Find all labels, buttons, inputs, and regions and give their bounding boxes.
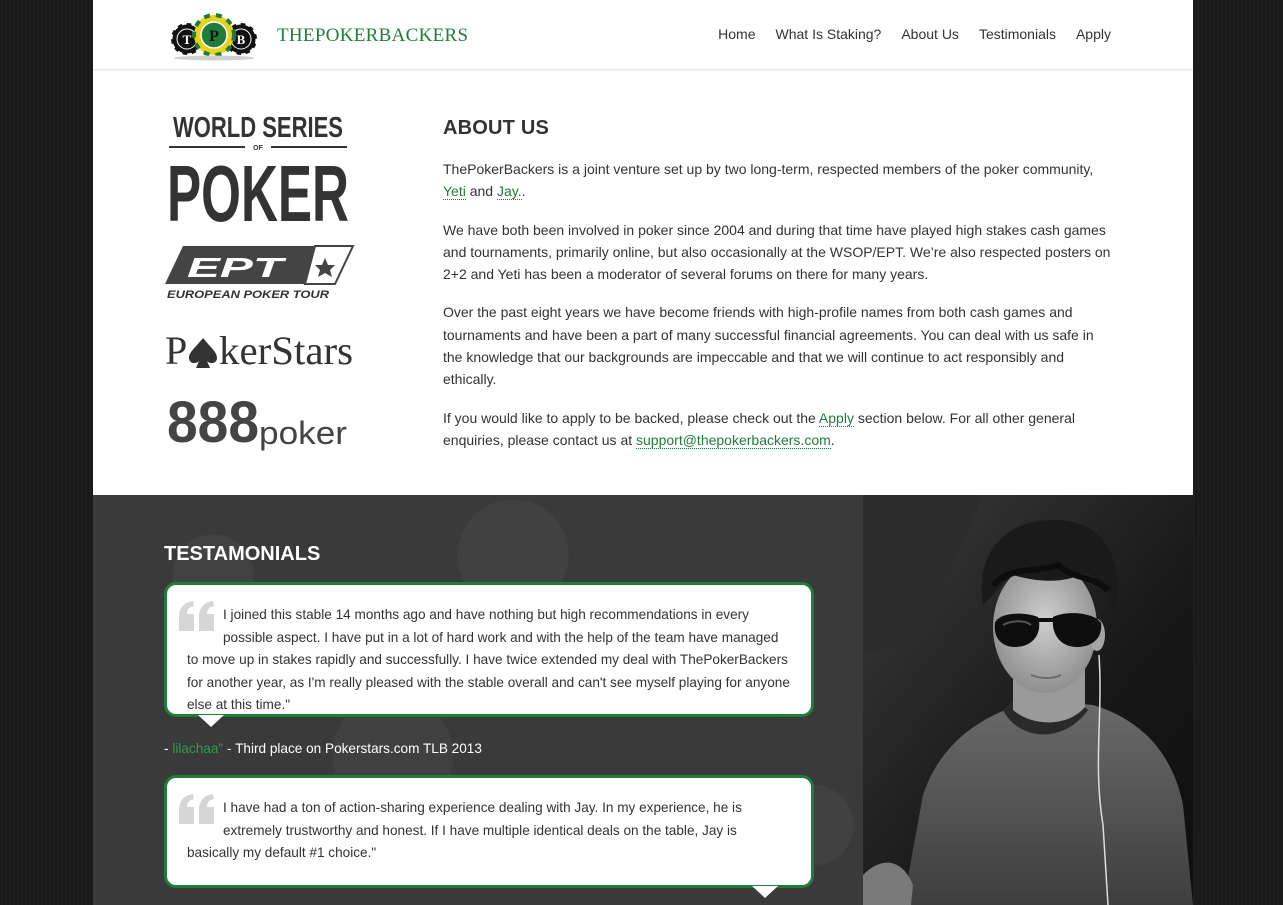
brand-name-part1: THEPOKER [277, 25, 379, 46]
site-header: T B P THEPOKERBACKERS Home What Is Staki… [93, 0, 1193, 70]
testimonial-text-1: I joined this stable 14 months ago and h… [187, 607, 790, 713]
testimonial-quote-1: I joined this stable 14 months ago and h… [164, 582, 814, 717]
nav-apply[interactable]: Apply [1076, 26, 1111, 42]
poker-chips-logo-icon: T B P [169, 13, 259, 61]
player-portrait-image [863, 495, 1193, 905]
quote-tail-2 [752, 886, 778, 898]
author-description: - Third place on Pokerstars.com TLB 2013 [223, 741, 482, 756]
brand-name-part2: BACKERS [378, 25, 469, 46]
about-p1-text: ThePokerBackers is a joint venture set u… [443, 161, 1094, 177]
about-title: ABOUT US [443, 117, 550, 139]
testimonial-author-1: - lilachaa" - Third place on Pokerstars.… [164, 741, 482, 756]
888poker-logo: 888 poker [167, 392, 347, 452]
wsop-logo: WORLD SERIES OF POKER [167, 112, 349, 226]
spade-icon [189, 338, 217, 368]
yeti-link[interactable]: Yeti [443, 183, 466, 201]
testimonial-quote-2: I have had a ton of action-sharing exper… [164, 775, 814, 888]
about-section: WORLD SERIES OF POKER EPT EUROPEAN POKER… [93, 71, 1193, 495]
nav-testimonials[interactable]: Testimonials [979, 26, 1056, 42]
quote-mark-icon [179, 601, 214, 631]
pokerstars-word: kerStars [219, 328, 353, 372]
apply-link[interactable]: Apply [818, 409, 854, 427]
support-email-link[interactable]: support@thepokerbackers.com [636, 431, 831, 449]
about-p1-and: and [465, 183, 497, 200]
pokerstars-logo: P kerStars [165, 328, 353, 372]
about-p1-end: . [521, 183, 526, 200]
ept-logo: EPT EUROPEAN POKER TOUR [165, 245, 355, 301]
wsop-line1: WORLD SERIES [173, 112, 343, 144]
sponsor-logos: WORLD SERIES OF POKER EPT EUROPEAN POKER… [165, 111, 355, 452]
888-word: poker [259, 415, 347, 451]
page: T B P THEPOKERBACKERS Home What Is Staki… [93, 0, 1193, 905]
about-paragraph-2: We have both been involved in poker sinc… [443, 221, 1111, 283]
chip-letter-t: T [183, 32, 192, 47]
quote-tail-1 [198, 715, 224, 727]
quote-mark-icon [179, 794, 214, 824]
testimonial-text-2: I have had a ton of action-sharing exper… [187, 800, 742, 861]
about-p4-end: . [830, 431, 835, 448]
about-paragraph-4: If you would like to apply to be backed,… [443, 407, 1115, 452]
testimonials-title: TESTAMONIALS [164, 543, 321, 565]
about-p4-text: If you would like to apply to be backed,… [443, 409, 819, 426]
about-paragraph-1: ThePokerBackers is a joint venture set u… [443, 158, 1115, 203]
player-photo [863, 495, 1193, 905]
chip-letter-p: P [209, 28, 219, 45]
wsop-line2: POKER [167, 149, 349, 226]
jay-link[interactable]: Jay. [496, 183, 522, 201]
author-name[interactable]: lilachaa" [172, 741, 223, 756]
about-content: ABOUT US ThePokerBackers is a joint vent… [443, 117, 1115, 467]
testimonials-section: TESTAMONIALS I joined this stable 14 mon… [93, 495, 863, 905]
nav-about-us[interactable]: About Us [901, 26, 959, 42]
brand-name: THEPOKERBACKERS [277, 25, 468, 47]
pokerstars-p: P [165, 328, 187, 372]
main-nav: Home What Is Staking? About Us Testimoni… [718, 26, 1111, 42]
nav-home[interactable]: Home [718, 26, 755, 42]
about-paragraph-3: Over the past eight years we have become… [443, 304, 1094, 388]
chip-letter-b: B [237, 32, 246, 47]
888-number: 888 [167, 392, 259, 452]
ept-tagline: EUROPEAN POKER TOUR [167, 289, 329, 301]
ept-mark: EPT [187, 252, 288, 283]
nav-what-is-staking[interactable]: What Is Staking? [776, 26, 882, 42]
site-logo[interactable]: T B P THEPOKERBACKERS [169, 11, 468, 61]
